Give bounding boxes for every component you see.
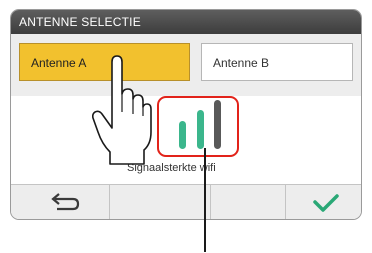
checkmark-icon	[313, 194, 339, 212]
screen-title: ANTENNE SELECTIE	[11, 10, 361, 34]
back-arrow-icon	[51, 193, 80, 211]
toolbar-empty-button-1[interactable]	[109, 185, 210, 219]
callout-line	[204, 148, 206, 252]
device-screen: ANTENNE SELECTIE Antenne A Antenne B Sig…	[10, 9, 362, 220]
tab-antenne-b[interactable]: Antenne B	[201, 43, 353, 81]
signal-bar-1	[179, 121, 186, 149]
signal-bar-2	[197, 110, 204, 149]
confirm-button[interactable]	[285, 185, 361, 219]
toolbar-empty-button-2[interactable]	[210, 185, 285, 219]
signal-bar-3	[214, 100, 221, 149]
bottom-toolbar	[11, 184, 361, 219]
pointing-hand-icon	[92, 55, 152, 165]
signal-strength-highlight	[157, 96, 239, 157]
back-button[interactable]	[11, 185, 109, 219]
